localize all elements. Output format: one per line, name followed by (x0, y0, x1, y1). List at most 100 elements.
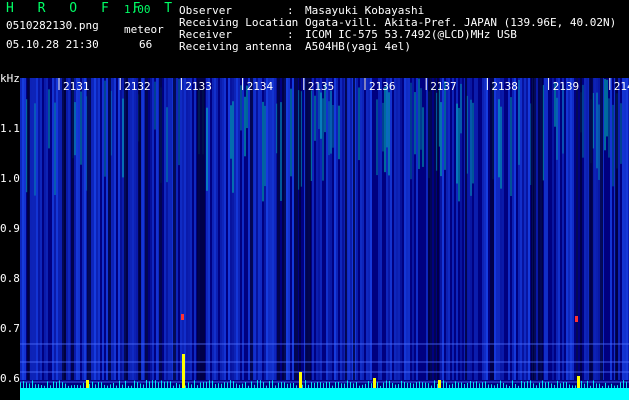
baseline-spike (428, 383, 429, 388)
noise-stripe (342, 78, 344, 380)
baseline-spike (44, 385, 45, 388)
noise-stripe (424, 78, 426, 380)
noise-gap (434, 78, 436, 380)
baseline-spike (539, 382, 540, 388)
baseline-spike (608, 385, 609, 388)
baseline-spike (410, 382, 411, 388)
noise-stripe (334, 78, 336, 380)
noise-gap (600, 78, 603, 380)
baseline-spike (359, 385, 360, 388)
noise-stripe (624, 78, 626, 380)
baseline-spike (455, 381, 456, 388)
noise-stripe (578, 78, 580, 380)
baseline-spike (353, 383, 354, 388)
noise-stripe (148, 78, 150, 380)
noise-stripe (468, 78, 470, 380)
noise-stripe (544, 78, 546, 380)
noise-stripe (150, 78, 152, 380)
noise-stripe (372, 78, 374, 380)
baseline-spike (260, 380, 261, 388)
baseline-spike (503, 382, 504, 388)
baseline-spike (536, 385, 537, 388)
noise-stripe (288, 78, 290, 380)
baseline-spike (206, 381, 207, 388)
noise-stripe (56, 78, 58, 380)
baseline-spike (425, 382, 426, 388)
minute-label: 2137 (430, 80, 457, 93)
baseline-spike (518, 385, 519, 388)
baseline-spike (566, 381, 567, 388)
baseline-spike (602, 385, 603, 388)
noise-stripe (22, 78, 24, 380)
noise-stripe (312, 78, 314, 380)
baseline-spike (317, 381, 318, 388)
baseline-spike (512, 380, 513, 388)
baseline-spike (611, 383, 612, 388)
noise-stripe (94, 78, 96, 380)
baseline-spike (419, 381, 420, 388)
noise-highlight (74, 102, 76, 156)
baseline-spike (593, 380, 594, 388)
noise-stripe (524, 78, 526, 380)
noise-stripe (112, 78, 114, 380)
y-tick-label: 0.9 (0, 222, 20, 235)
noise-stripe (574, 78, 576, 380)
baseline-spike (203, 382, 204, 388)
baseline-spike (110, 384, 111, 388)
baseline-spike (149, 381, 150, 388)
baseline-spike (170, 381, 171, 388)
noise-highlight (358, 87, 360, 161)
baseline-spike (29, 383, 30, 388)
baseline-spike (545, 382, 546, 388)
baseline-spike (212, 380, 213, 388)
noise-gap (126, 78, 128, 380)
baseline-spike (575, 385, 576, 388)
noise-stripe (78, 78, 80, 380)
noise-stripe (100, 78, 102, 380)
noise-stripe (190, 78, 192, 380)
y-axis-unit: kHz (0, 72, 20, 85)
baseline-spike (89, 383, 90, 388)
noise-stripe (226, 78, 228, 380)
meteor-power-peak (299, 372, 302, 388)
noise-highlight (562, 84, 564, 154)
noise-stripe (224, 78, 226, 380)
baseline-spike (227, 382, 228, 388)
noise-stripe (392, 78, 394, 380)
noise-stripe (24, 78, 26, 380)
noise-stripe (46, 78, 48, 380)
baseline-spike (362, 384, 363, 388)
noise-stripe (66, 78, 68, 380)
noise-highlight (290, 88, 292, 177)
noise-highlight (178, 78, 180, 166)
baseline-spike (323, 383, 324, 388)
meteor-power-peak (86, 380, 89, 388)
noise-stripe (192, 78, 194, 380)
noise-gap (27, 78, 29, 380)
baseline-spike (542, 380, 543, 388)
noise-highlight (458, 107, 460, 202)
baseline-spike (131, 385, 132, 388)
baseline-spike (272, 380, 273, 388)
baseline-spike (290, 383, 291, 388)
noise-highlight (620, 103, 622, 164)
noise-highlight (230, 105, 232, 159)
minute-label: 2139 (553, 80, 580, 93)
baseline-spike (434, 380, 435, 388)
noise-stripe (610, 78, 612, 380)
baseline-spike (71, 385, 72, 388)
spectrogram-plot: 2131 2132 2133 2134 2135 2136 2137 2138 2139 2140 (20, 78, 629, 400)
noise-stripe (400, 78, 402, 380)
noise-stripe (156, 78, 158, 380)
baseline-spike (452, 383, 453, 388)
noise-stripe (52, 78, 54, 380)
noise-highlight (314, 95, 316, 141)
noise-stripe (132, 78, 134, 380)
noise-stripe (82, 78, 84, 380)
antenna-sep: : (287, 40, 294, 53)
noise-stripe (366, 78, 368, 380)
noise-stripe (506, 78, 508, 380)
baseline-spike (524, 382, 525, 388)
noise-stripe (182, 78, 184, 380)
noise-highlight (376, 99, 378, 176)
